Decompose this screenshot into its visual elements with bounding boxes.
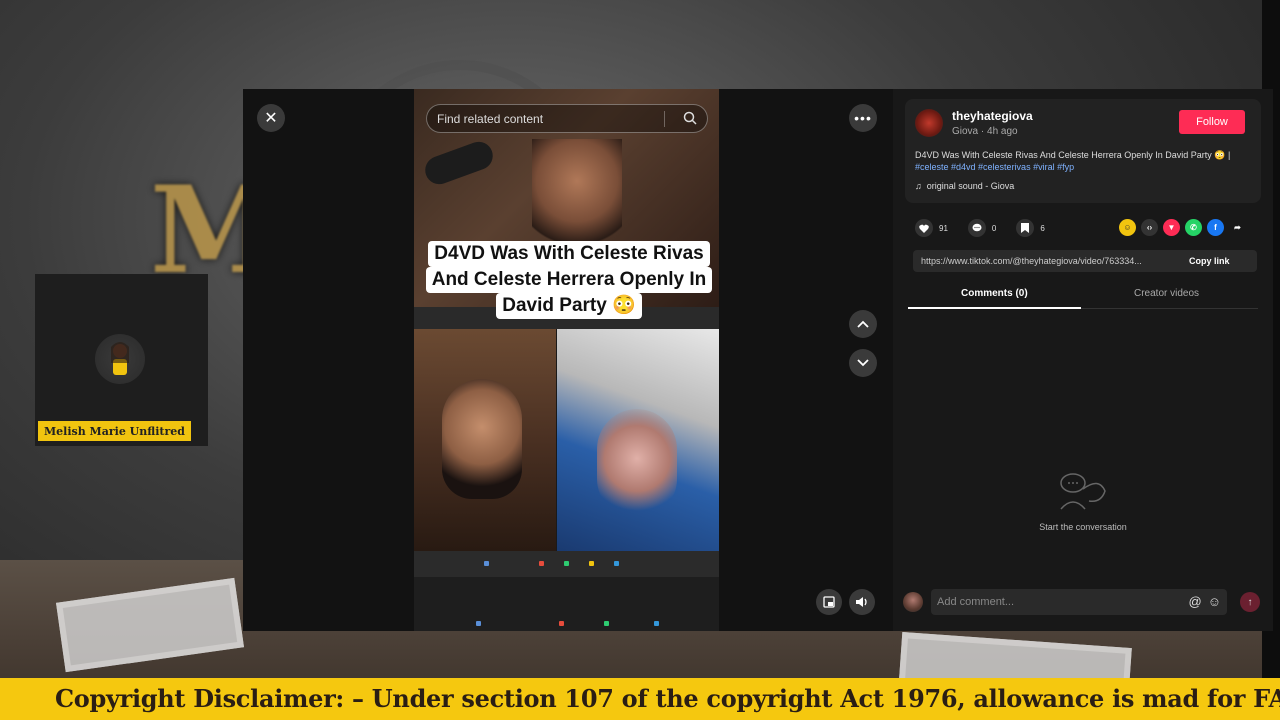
emoji-icon[interactable]: ☺ — [1208, 594, 1221, 609]
more-icon: ••• — [854, 110, 872, 126]
details-panel: theyhategiova Giova · 4h ago Follow D4VD… — [893, 89, 1273, 631]
share-link-row: https://www.tiktok.com/@theyhategiova/vi… — [913, 250, 1257, 272]
face-image — [597, 409, 677, 519]
face-image — [442, 379, 522, 499]
close-button[interactable]: ✕ — [257, 104, 285, 132]
comment-bar: Add comment... @ ☺ ↑ — [903, 589, 1263, 615]
photo-left — [414, 329, 556, 551]
microphone-image — [421, 137, 497, 189]
taskbar-icon — [614, 561, 619, 566]
save-button[interactable] — [1016, 219, 1035, 237]
heart-icon — [919, 224, 929, 233]
streamer-name-label: Melish Marie Unflitred — [38, 421, 191, 441]
volume-button[interactable] — [849, 589, 875, 615]
previous-video-button[interactable] — [849, 310, 877, 338]
empty-comments: Start the conversation — [993, 469, 1173, 532]
arrow-up-icon: ↑ — [1247, 596, 1253, 608]
share-arrow-icon[interactable]: ➦ — [1229, 219, 1246, 236]
chevron-down-icon — [857, 359, 869, 367]
engagement-stats: 91 0 6 — [915, 219, 1059, 237]
video-description: D4VD Was With Celeste Rivas And Celeste … — [915, 149, 1251, 173]
comment-count: 0 — [991, 223, 997, 233]
taskbar-icon — [604, 621, 609, 626]
search-placeholder: Find related content — [437, 111, 544, 126]
bookmark-icon — [1021, 223, 1030, 233]
share-options: ☺ ‹› ▼ ✆ f ➦ — [1119, 219, 1246, 236]
author-card: theyhategiova Giova · 4h ago Follow D4VD… — [905, 99, 1261, 203]
caption-line: And Celeste Herrera Openly In — [425, 267, 713, 293]
comment-placeholder: Add comment... — [937, 596, 1015, 608]
disclaimer-ticker: Copyright Disclaimer: – Under section 10… — [0, 678, 1280, 720]
caption-line: D4VD Was With Celeste Rivas — [428, 241, 710, 267]
mini-player-icon — [823, 596, 835, 608]
emoji-share-icon[interactable]: ☺ — [1119, 219, 1136, 236]
author-meta: Giova · 4h ago — [952, 126, 1018, 137]
send-comment-button[interactable]: ↑ — [1240, 592, 1260, 612]
related-search-bar[interactable]: Find related content — [426, 104, 708, 133]
tab-comments[interactable]: Comments (0) — [961, 288, 1028, 299]
tiktok-video-window: ✕ Find related content D4VD Was With Cel… — [243, 89, 1273, 631]
follow-button[interactable]: Follow — [1179, 110, 1245, 134]
video-taskbar — [414, 577, 719, 631]
taskbar-icon — [589, 561, 594, 566]
hashtags[interactable]: #celeste #d4vd #celesterivas #viral #fyp — [915, 162, 1074, 172]
author-avatar[interactable] — [915, 109, 943, 137]
comment-icon — [972, 223, 982, 232]
whatsapp-icon[interactable]: ✆ — [1185, 219, 1202, 236]
video-taskbar — [414, 551, 719, 577]
search-icon[interactable] — [683, 111, 697, 128]
more-options-button[interactable]: ••• — [849, 104, 877, 132]
photo-right — [557, 329, 719, 551]
copy-link-button[interactable]: Copy link — [1183, 256, 1230, 266]
taskbar-icon — [539, 561, 544, 566]
taskbar-icon — [484, 561, 489, 566]
divider — [664, 111, 665, 127]
taskbar-icon — [476, 621, 481, 626]
mini-player-button[interactable] — [816, 589, 842, 615]
taskbar-icon — [559, 621, 564, 626]
taskbar-icon — [654, 621, 659, 626]
like-button[interactable] — [915, 219, 933, 237]
taskbar-icon — [564, 561, 569, 566]
facebook-icon[interactable]: f — [1207, 219, 1224, 236]
video-url[interactable]: https://www.tiktok.com/@theyhategiova/vi… — [913, 256, 1183, 266]
next-video-button[interactable] — [849, 349, 877, 377]
comment-tools: @ ☺ — [1189, 594, 1221, 609]
description-text: D4VD Was With Celeste Rivas And Celeste … — [915, 150, 1231, 160]
user-avatar — [903, 592, 923, 612]
chevron-up-icon — [857, 320, 869, 328]
video-caption: D4VD Was With Celeste Rivas And Celeste … — [422, 241, 716, 319]
save-count: 6 — [1040, 223, 1045, 233]
tab-creator-videos[interactable]: Creator videos — [1134, 288, 1199, 299]
close-icon: ✕ — [264, 110, 278, 127]
volume-icon — [856, 597, 867, 607]
conversation-icon — [1060, 473, 1106, 510]
panel-tabs: Comments (0) Creator videos — [908, 285, 1258, 309]
webcam-overlay: Melish Marie Unflitred — [35, 274, 208, 446]
embed-icon[interactable]: ‹› — [1141, 219, 1158, 236]
empty-comments-text: Start the conversation — [1039, 522, 1127, 532]
sound-row[interactable]: ♫ original sound - Giova — [915, 181, 1014, 191]
disclaimer-text: Copyright Disclaimer: – Under section 10… — [55, 684, 1280, 713]
music-note-icon: ♫ — [915, 181, 922, 191]
like-count: 91 — [939, 223, 948, 233]
mention-icon[interactable]: @ — [1189, 594, 1202, 609]
streamer-avatar — [95, 334, 145, 384]
active-tab-indicator — [908, 307, 1081, 309]
author-username[interactable]: theyhategiova — [952, 109, 1033, 123]
video-player[interactable]: Find related content D4VD Was With Celes… — [414, 89, 719, 631]
comment-button[interactable] — [967, 219, 986, 237]
tiktok-send-icon[interactable]: ▼ — [1163, 219, 1180, 236]
sound-name: original sound - Giova — [926, 181, 1015, 191]
comment-input[interactable]: Add comment... @ ☺ — [931, 589, 1227, 615]
caption-line: David Party 😳 — [496, 293, 642, 319]
